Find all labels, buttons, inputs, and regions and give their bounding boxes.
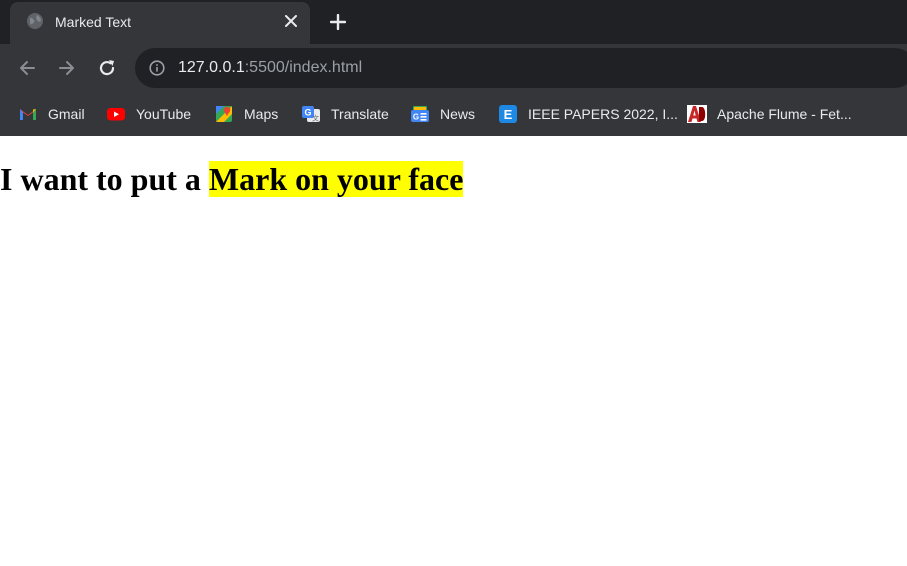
url-host: 127.0.0.1 — [178, 59, 245, 76]
gmail-icon — [18, 104, 38, 124]
bookmark-gmail[interactable]: Gmail — [18, 102, 85, 126]
address-bar[interactable]: 127.0.0.1:5500/index.html — [135, 48, 907, 88]
tab-title: Marked Text — [55, 14, 131, 30]
apache-flume-icon — [687, 104, 707, 124]
youtube-icon — [106, 104, 126, 124]
svg-text:E: E — [504, 107, 513, 122]
heading-plain-text: I want to put a — [0, 161, 209, 197]
ieee-icon: E — [498, 104, 518, 124]
url-text: 127.0.0.1:5500/index.html — [178, 58, 362, 78]
svg-text:G: G — [304, 108, 311, 118]
bookmark-label: News — [440, 106, 476, 122]
bookmark-translate[interactable]: G 文 Translate — [301, 102, 389, 126]
reload-button[interactable] — [94, 55, 120, 81]
globe-icon — [26, 12, 44, 30]
bookmark-label: YouTube — [136, 106, 192, 122]
svg-text:文: 文 — [312, 114, 319, 123]
bookmark-label: Translate — [331, 106, 389, 122]
news-icon: G — [410, 104, 430, 124]
close-tab-icon[interactable] — [281, 11, 301, 31]
bookmark-news[interactable]: G News — [410, 102, 475, 126]
bookmarks-bar: Gmail YouTube Maps G 文 Translate G News … — [0, 92, 907, 136]
new-tab-button[interactable] — [324, 8, 352, 36]
back-button[interactable] — [14, 55, 40, 81]
translate-icon: G 文 — [301, 104, 321, 124]
bookmark-maps[interactable]: Maps — [214, 102, 278, 126]
page-heading: I want to put a Mark on your face — [0, 161, 464, 198]
marked-text: Mark on your face — [208, 161, 464, 197]
svg-text:G: G — [413, 113, 419, 122]
tab-strip: Marked Text — [0, 0, 907, 44]
reload-icon — [99, 60, 115, 76]
page-content: I want to put a Mark on your face — [0, 136, 907, 566]
info-icon[interactable] — [149, 60, 165, 76]
plus-icon — [330, 14, 346, 30]
forward-button[interactable] — [54, 55, 80, 81]
maps-icon — [214, 104, 234, 124]
forward-arrow-icon — [59, 61, 74, 75]
bookmark-youtube[interactable]: YouTube — [106, 102, 191, 126]
url-path: :5500/index.html — [244, 59, 363, 76]
bookmark-label: IEEE PAPERS 2022, I... — [528, 106, 678, 122]
back-arrow-icon — [20, 61, 35, 75]
active-tab[interactable]: Marked Text — [10, 2, 310, 44]
bookmark-ieee[interactable]: E IEEE PAPERS 2022, I... — [498, 102, 678, 126]
bookmark-label: Maps — [244, 106, 279, 122]
bookmark-apache-flume[interactable]: Apache Flume - Fet... — [687, 102, 852, 126]
browser-toolbar: 127.0.0.1:5500/index.html — [0, 44, 907, 92]
bookmark-label: Apache Flume - Fet... — [717, 106, 852, 122]
bookmark-label: Gmail — [48, 106, 85, 122]
